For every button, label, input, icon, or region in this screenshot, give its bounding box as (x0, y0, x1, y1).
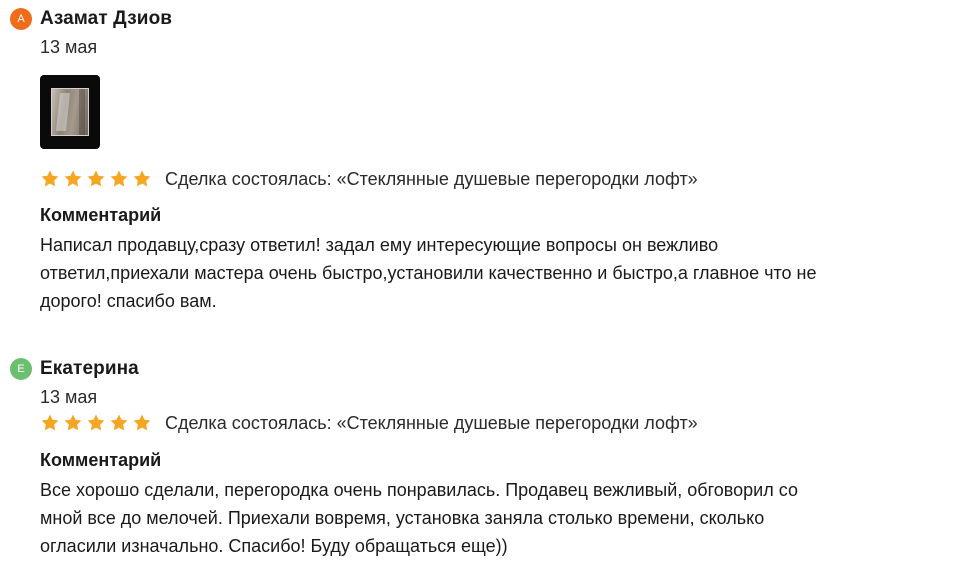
comment-line: Написал продавцу,сразу ответил! задал ем… (40, 235, 719, 255)
star-icon (40, 413, 63, 433)
star-icon (86, 413, 109, 433)
author-name[interactable]: Екатерина (40, 358, 139, 380)
comment-line: дорого! спасибо вам. (40, 291, 217, 311)
review-date: 13 мая (40, 387, 98, 407)
comment-line: Все хорошо сделали, перегородка очень по… (40, 480, 798, 500)
deal-status: Сделка состоялась: «Стеклянные душевые п… (165, 168, 698, 189)
review-photo-thumbnail[interactable] (40, 75, 100, 149)
avatar[interactable]: Е (10, 358, 32, 380)
star-icon (63, 169, 86, 189)
star-rating (40, 169, 155, 189)
rating-row: Сделка состоялась: «Стеклянные душевые п… (40, 411, 698, 435)
avatar-letter: А (17, 13, 25, 25)
star-icon (109, 169, 132, 189)
star-icon (86, 169, 109, 189)
deal-status: Сделка состоялась: «Стеклянные душевые п… (165, 412, 698, 433)
author-name[interactable]: Азамат Дзиов (40, 8, 172, 30)
rating-row: Сделка состоялась: «Стеклянные душевые п… (40, 167, 698, 191)
star-icon (40, 169, 63, 189)
comment-line: огласили изначально. Спасибо! Буду обращ… (40, 536, 508, 556)
star-icon (109, 413, 132, 433)
avatar[interactable]: А (10, 8, 32, 30)
shower-partition-photo (51, 88, 89, 136)
comment-title: Комментарий (40, 205, 162, 225)
comment-line: мной все до мелочей. Приехали вовремя, у… (40, 508, 765, 528)
star-icon (132, 169, 155, 189)
review-date: 13 мая (40, 37, 98, 57)
comment-text: Написал продавцу,сразу ответил! задал ем… (40, 231, 940, 315)
comment-title: Комментарий (40, 450, 162, 470)
comment-line: ответил,приехали мастера очень быстро,ус… (40, 263, 817, 283)
star-icon (132, 413, 155, 433)
review-header: А Азамат Дзиов (10, 8, 172, 30)
star-icon (63, 413, 86, 433)
avatar-letter: Е (17, 363, 25, 375)
review-header: Е Екатерина (10, 358, 139, 380)
comment-text: Все хорошо сделали, перегородка очень по… (40, 476, 940, 560)
star-rating (40, 413, 155, 433)
